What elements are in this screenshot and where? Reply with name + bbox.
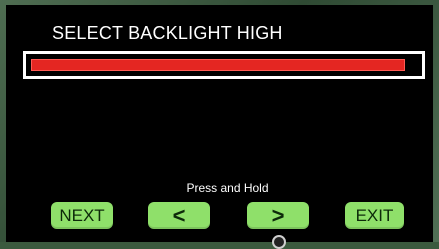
next-button[interactable]: NEXT	[51, 202, 113, 229]
display-screen: SELECT BACKLIGHT HIGH Press and Hold NEX…	[6, 5, 433, 242]
backlight-level-bar	[23, 51, 425, 79]
increase-button[interactable]: >	[247, 202, 309, 229]
screen-title: SELECT BACKLIGHT HIGH	[52, 23, 283, 43]
decrease-button[interactable]: <	[148, 202, 210, 229]
exit-button[interactable]: EXIT	[345, 202, 404, 229]
knob-icon	[272, 235, 286, 249]
backlight-level-fill	[31, 59, 405, 71]
press-and-hold-hint: Press and Hold	[186, 181, 269, 195]
